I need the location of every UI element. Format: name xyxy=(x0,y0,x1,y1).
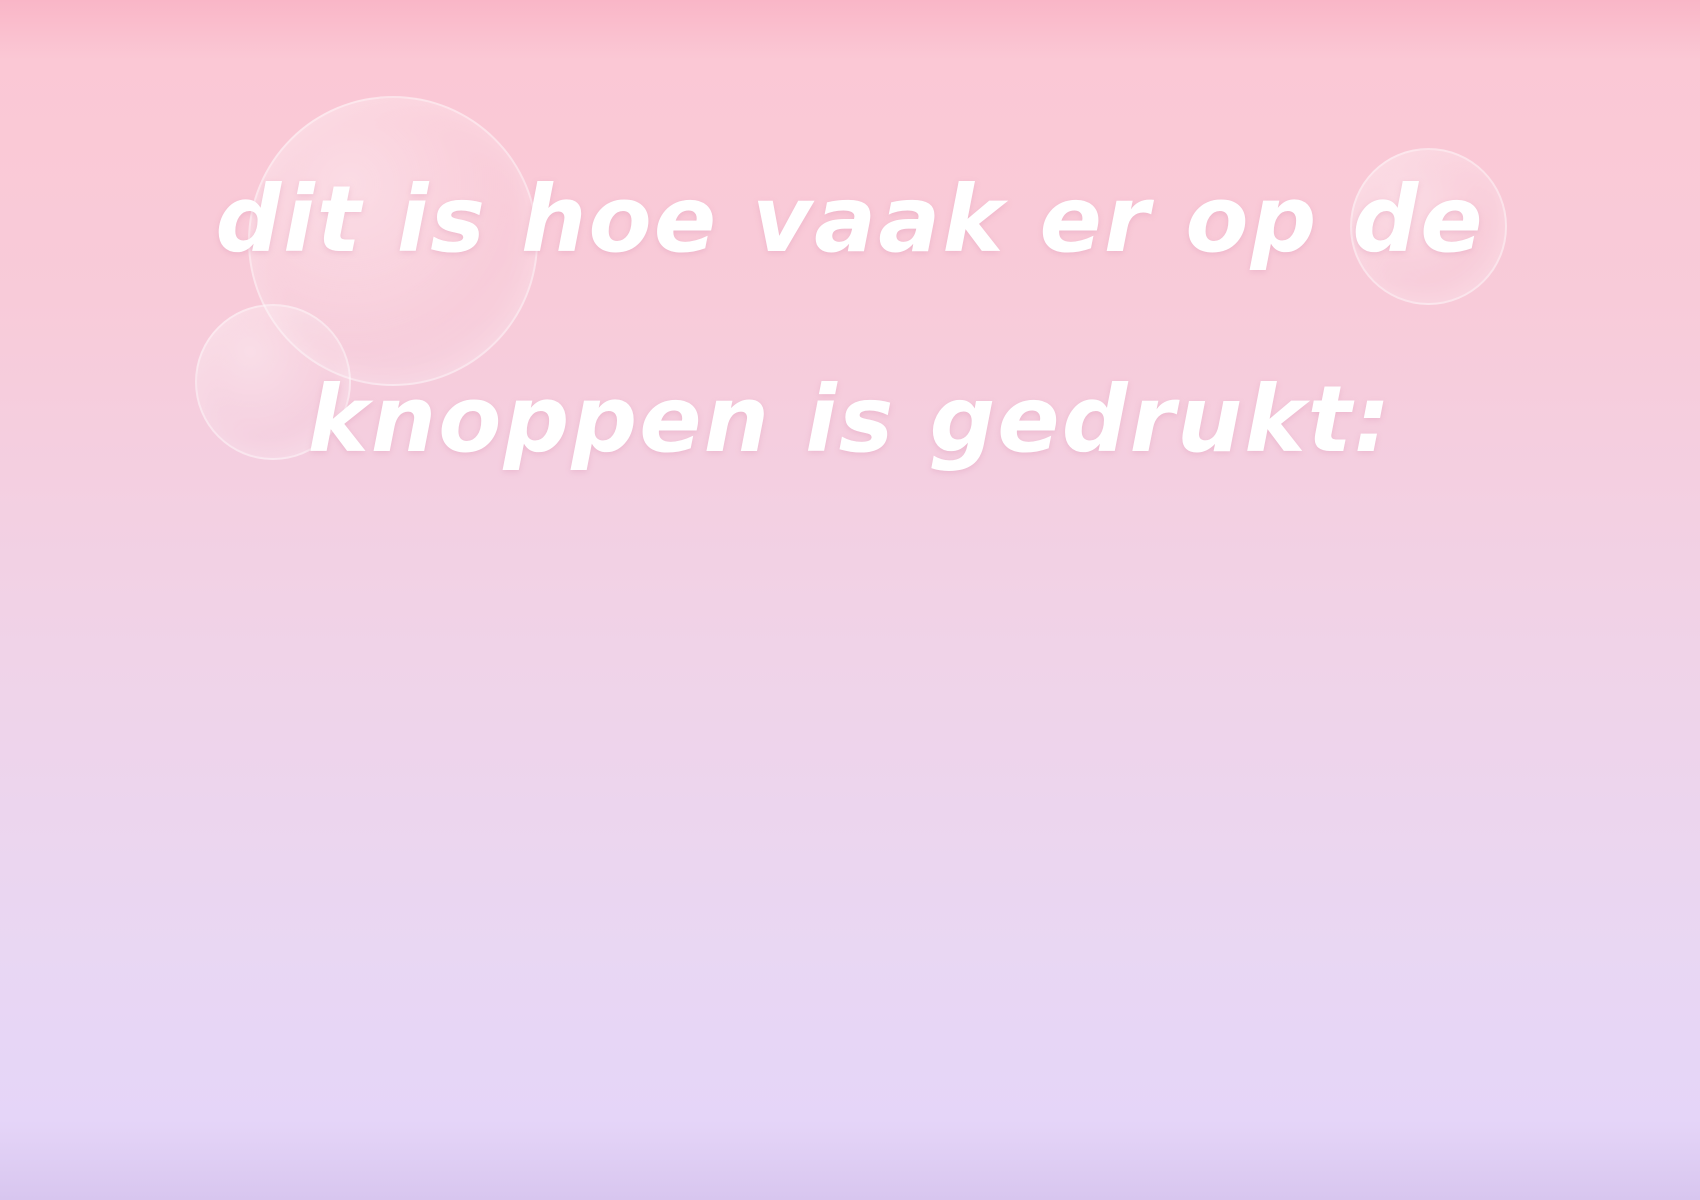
page-title: dit is hoe vaak er op de knoppen is gedr… xyxy=(100,120,1600,520)
title-line-1: dit is hoe vaak er op de xyxy=(215,166,1485,273)
title-line-2: knoppen is gedrukt: xyxy=(307,366,1393,473)
background-canvas: dit is hoe vaak er op de knoppen is gedr… xyxy=(0,0,1700,1200)
